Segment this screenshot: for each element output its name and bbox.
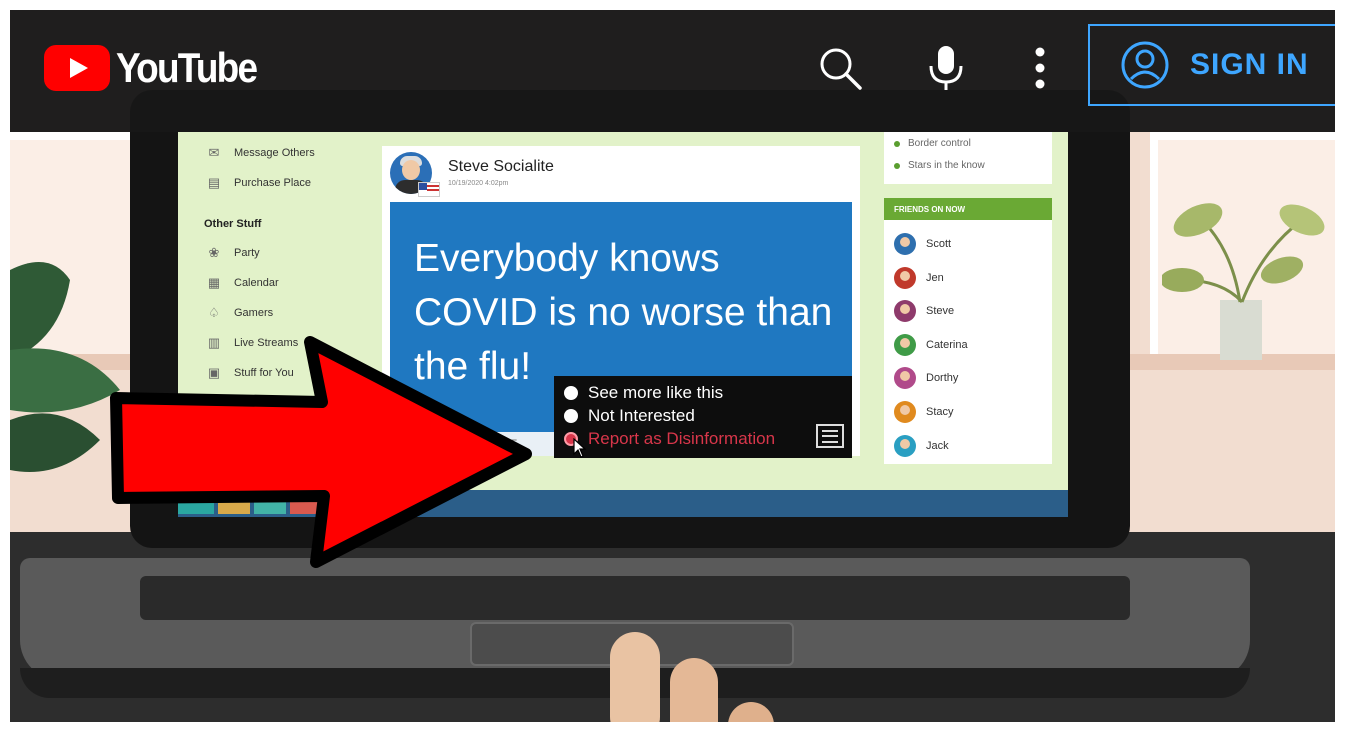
nav-item-calendar[interactable]: ▦ Calendar bbox=[204, 272, 279, 294]
youtube-top-bar: YouTube SIGN IN bbox=[10, 10, 1335, 132]
trending-label: Stars in the know bbox=[908, 160, 985, 171]
voice-search-button[interactable] bbox=[918, 40, 974, 96]
plant-right-illustration bbox=[1162, 203, 1325, 360]
friend-name: Stacy bbox=[926, 406, 954, 418]
search-icon bbox=[820, 48, 862, 90]
menu-item-label: Report as Disinformation bbox=[588, 429, 776, 448]
friend-name: Jen bbox=[926, 272, 944, 284]
nav-label: Message Others bbox=[234, 147, 315, 159]
trending-item[interactable]: Stars in the know bbox=[894, 160, 985, 171]
friends-online-panel: FRIENDS ON NOW Scott Jen Steve Caterina … bbox=[884, 198, 1052, 464]
youtube-wordmark: YouTube bbox=[116, 44, 258, 91]
hand-illustration bbox=[610, 632, 774, 722]
balloons-icon: ❀ bbox=[208, 245, 220, 260]
friend-name: Jack bbox=[926, 440, 949, 452]
calendar-icon: ▦ bbox=[207, 275, 221, 290]
menu-item-label: Not Interested bbox=[588, 406, 695, 425]
post-context-menu: See more like this Not Interested Report… bbox=[554, 376, 852, 458]
radio-dot bbox=[564, 409, 578, 423]
menu-list-icon[interactable] bbox=[816, 424, 844, 448]
menu-item-report-disinformation[interactable]: Report as Disinformation bbox=[564, 428, 775, 450]
friend-avatar bbox=[894, 435, 916, 457]
friend-avatar bbox=[894, 401, 916, 423]
friend-avatar bbox=[894, 267, 916, 289]
menu-item-not-interested[interactable]: Not Interested bbox=[564, 405, 695, 427]
friend-item[interactable]: Stacy bbox=[894, 400, 954, 424]
laptop-keyboard bbox=[140, 576, 1130, 620]
nav-label: Gamers bbox=[234, 307, 274, 319]
post-author[interactable]: Steve Socialite bbox=[448, 158, 554, 176]
menu-item-see-more[interactable]: See more like this bbox=[564, 382, 723, 404]
nav-item-gamers[interactable]: ♤ Gamers bbox=[204, 302, 273, 324]
trending-item[interactable]: Border control bbox=[894, 138, 971, 149]
bullet-dot bbox=[894, 140, 900, 147]
friend-name: Dorthy bbox=[926, 372, 959, 384]
sign-in-label: SIGN IN bbox=[1190, 48, 1309, 81]
nav-item-party[interactable]: ❀ Party bbox=[204, 242, 260, 264]
more-vert-icon bbox=[1035, 47, 1045, 89]
video-frame[interactable]: ✉ Message Others ▤ Purchase Place Other … bbox=[10, 10, 1335, 722]
nav-label: Party bbox=[234, 247, 260, 259]
youtube-play-icon bbox=[44, 45, 110, 91]
friend-avatar bbox=[894, 300, 916, 322]
trending-list: Border control Stars in the know bbox=[884, 132, 1052, 184]
red-arrow-annotation bbox=[110, 336, 532, 568]
friend-item[interactable]: Dorthy bbox=[894, 366, 958, 390]
friend-avatar bbox=[894, 334, 916, 356]
radio-dot bbox=[564, 386, 578, 400]
trending-label: Border control bbox=[908, 138, 971, 149]
search-button[interactable] bbox=[812, 40, 868, 96]
bullet-dot bbox=[894, 162, 900, 169]
us-flag-icon bbox=[418, 182, 440, 197]
friend-name: Caterina bbox=[926, 339, 968, 351]
nav-item-purchase-place[interactable]: ▤ Purchase Place bbox=[204, 172, 311, 194]
microphone-icon bbox=[929, 46, 963, 90]
friend-name: Steve bbox=[926, 305, 955, 317]
sign-in-button[interactable]: SIGN IN bbox=[1088, 24, 1335, 106]
nav-section-heading: Other Stuff bbox=[204, 218, 262, 230]
account-circle-icon bbox=[1121, 41, 1169, 89]
nav-label: Purchase Place bbox=[234, 177, 312, 189]
envelope-icon: ✉ bbox=[208, 145, 220, 160]
nav-label: Calendar bbox=[234, 277, 279, 289]
store-icon: ▤ bbox=[207, 175, 221, 190]
friend-avatar bbox=[894, 367, 916, 389]
friends-heading: FRIENDS ON NOW bbox=[884, 198, 1052, 220]
nav-item-message-others[interactable]: ✉ Message Others bbox=[204, 142, 315, 164]
spade-icon: ♤ bbox=[208, 305, 220, 320]
menu-item-label: See more like this bbox=[588, 383, 724, 402]
friend-item[interactable]: Scott bbox=[894, 232, 951, 256]
friend-item[interactable]: Caterina bbox=[894, 333, 968, 357]
post-timestamp: 10/19/2020 4:02pm bbox=[448, 180, 509, 187]
mouse-cursor-icon bbox=[573, 438, 587, 458]
youtube-logo[interactable]: YouTube bbox=[44, 43, 275, 93]
more-options-button[interactable] bbox=[1012, 40, 1068, 96]
friend-item[interactable]: Jack bbox=[894, 434, 949, 458]
friend-avatar bbox=[894, 233, 916, 255]
friend-item[interactable]: Steve bbox=[894, 299, 954, 323]
friend-item[interactable]: Jen bbox=[894, 266, 944, 290]
friend-name: Scott bbox=[926, 238, 952, 250]
